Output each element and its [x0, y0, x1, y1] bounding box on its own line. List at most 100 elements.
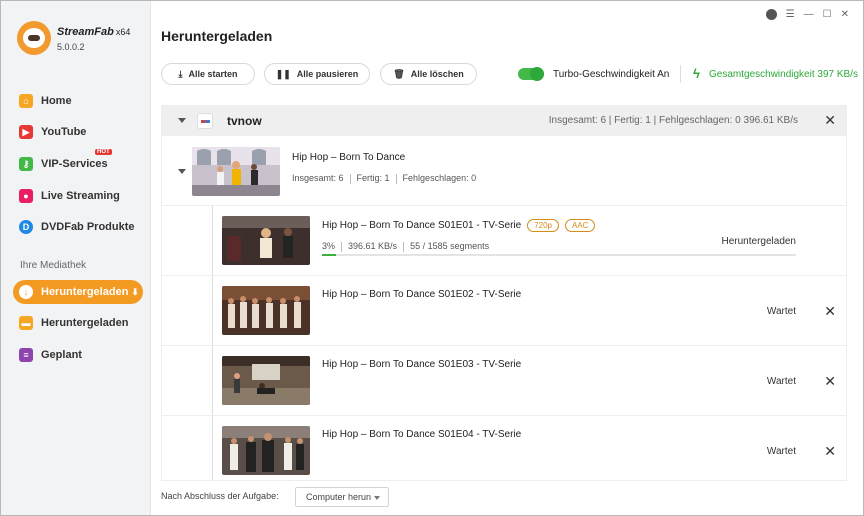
list-icon: ≡: [19, 348, 33, 362]
tvnow-icon: [197, 113, 213, 129]
episode-title: Hip Hop – Born To Dance S01E04 - TV-Seri…: [322, 429, 522, 440]
quality-badge: 720p: [527, 219, 559, 232]
series-failed: Fehlgeschlagen: 0: [402, 173, 477, 183]
after-task-select[interactable]: Computer herun: [295, 487, 389, 507]
header-divider: [680, 65, 681, 83]
sidebar: StreamFab x64 5.0.0.2 ⌂ Home ▶ YouTube ⚷ …: [1, 1, 151, 515]
menu-icon[interactable]: ☰: [786, 9, 795, 20]
home-icon: ⌂: [19, 94, 33, 108]
pause-all-button[interactable]: ❚❚ Alle pausieren: [264, 63, 370, 85]
sidebar-item-label: Heruntergeladen: [41, 286, 129, 298]
download-badge-icon: ⬇: [131, 286, 139, 297]
progress-bar: [322, 254, 796, 256]
episode-title: Hip Hop – Born To Dance S01E02 - TV-Seri…: [322, 289, 522, 300]
group-stats: Insgesamt: 6 | Fertig: 1 | Fehlgeschlage…: [548, 115, 798, 126]
series-title: Hip Hop – Born To Dance: [292, 152, 406, 163]
sidebar-item-live-streaming[interactable]: ● Live Streaming: [13, 184, 143, 208]
episode-title: Hip Hop – Born To Dance S01E01 - TV-Seri…: [322, 219, 596, 232]
delete-all-label: Alle löschen: [410, 69, 464, 79]
page-title: Heruntergeladen: [161, 28, 273, 44]
episode-status: Heruntergeladen: [721, 236, 797, 247]
series-total: Insgesamt: 6: [292, 173, 344, 183]
episode-thumbnail: [222, 426, 310, 475]
remove-episode-icon[interactable]: ✕: [824, 374, 836, 388]
remove-episode-icon[interactable]: ✕: [824, 304, 836, 318]
sidebar-item-label: YouTube: [41, 126, 87, 138]
sidebar-item-downloading[interactable]: ↓ Heruntergeladen ⬇: [13, 280, 143, 304]
sidebar-item-downloaded[interactable]: ▬ Heruntergeladen: [13, 311, 143, 335]
progress-percent: 3%: [322, 241, 336, 251]
collapse-icon[interactable]: [178, 169, 186, 174]
maximize-icon[interactable]: ☐: [823, 9, 832, 20]
episode-row[interactable]: Hip Hop – Born To Dance S01E02 - TV-Seri…: [162, 276, 846, 346]
episode-thumbnail: [222, 286, 310, 335]
turbo-toggle[interactable]: [518, 67, 544, 81]
series-stats: Insgesamt: 6 Fertig: 1 Fehlgeschlagen: 0: [292, 173, 476, 184]
turbo-label: Turbo-Geschwindigkeit An: [553, 69, 670, 80]
sidebar-item-label: Live Streaming: [41, 190, 120, 202]
group-header-tvnow[interactable]: tvnow Insgesamt: 6 | Fertig: 1 | Fehlges…: [162, 106, 846, 136]
episode-status: Wartet: [766, 376, 796, 387]
app-version: 5.0.0.2: [57, 42, 85, 52]
hot-badge: HOT: [95, 149, 112, 155]
start-all-button[interactable]: ⤓ Alle starten: [161, 63, 255, 85]
episode-thumbnail: [222, 356, 310, 405]
episode-row[interactable]: Hip Hop – Born To Dance S01E01 - TV-Seri…: [162, 206, 846, 276]
app-name-text: StreamFab: [57, 26, 114, 38]
app-window: StreamFab x64 5.0.0.2 ⌂ Home ▶ YouTube ⚷ …: [0, 0, 864, 516]
download-icon: ⤓: [178, 68, 183, 79]
after-task-label: Nach Abschluss der Aufgabe:: [161, 491, 279, 501]
start-all-label: Alle starten: [188, 69, 238, 79]
sidebar-item-label: VIP-Services: [41, 158, 108, 170]
episode-row[interactable]: Hip Hop – Born To Dance S01E03 - TV-Seri…: [162, 346, 846, 416]
sidebar-item-dvdfab-products[interactable]: D DVDFab Produkte: [13, 215, 143, 239]
episode-title-text: Hip Hop – Born To Dance S01E01 - TV-Seri…: [322, 220, 522, 231]
bolt-icon: ϟ: [693, 66, 700, 81]
episode-thumbnail: [222, 216, 310, 265]
dvdfab-icon: D: [19, 220, 33, 234]
progress-fill: [322, 254, 337, 256]
sidebar-item-vip-services[interactable]: ⚷ VIP-Services HOT: [13, 149, 143, 176]
close-window-icon[interactable]: ✕: [841, 9, 849, 20]
folder-icon: ▬: [19, 316, 33, 330]
pause-all-label: Alle pausieren: [296, 69, 359, 79]
youtube-icon: ▶: [19, 125, 33, 139]
pause-icon: ❚❚: [275, 68, 291, 79]
remove-group-icon[interactable]: ✕: [824, 113, 836, 127]
sidebar-item-label: DVDFab Produkte: [41, 221, 135, 233]
download-icon: ↓: [19, 285, 33, 299]
series-row[interactable]: Hip Hop – Born To Dance Insgesamt: 6 Fert…: [162, 136, 846, 206]
sidebar-item-label: Geplant: [41, 349, 82, 361]
audio-badge: AAC: [564, 219, 596, 232]
sidebar-item-home[interactable]: ⌂ Home: [13, 89, 143, 113]
segment-count: 55 / 1585 segments: [410, 241, 490, 251]
delete-all-button[interactable]: 🗑 Alle löschen: [380, 63, 477, 85]
episode-row[interactable]: Hip Hop – Born To Dance S01E04 - TV-Seri…: [162, 416, 846, 480]
sidebar-item-label: Home: [41, 95, 72, 107]
live-icon: ●: [19, 189, 33, 203]
episode-status: Wartet: [766, 446, 796, 457]
sidebar-item-label: Heruntergeladen: [41, 317, 129, 329]
window-controls: ☰ — ☐ ✕: [765, 9, 849, 20]
trash-icon: 🗑: [393, 68, 405, 79]
key-icon: ⚷: [19, 157, 33, 171]
app-name: StreamFab x64: [57, 26, 130, 38]
streamfab-logo-icon: [17, 21, 51, 55]
app-arch: x64: [115, 27, 131, 37]
site-name: tvnow: [227, 114, 262, 128]
episode-progress-info: 3% 396.61 KB/s 55 / 1585 segments: [322, 241, 489, 252]
download-list: tvnow Insgesamt: 6 | Fertig: 1 | Fehlges…: [161, 105, 847, 481]
series-done: Fertig: 1: [356, 173, 390, 183]
episode-speed: 396.61 KB/s: [348, 241, 398, 251]
minimize-icon[interactable]: —: [804, 9, 814, 20]
total-speed: Gesamtgeschwindigkeit 397 KB/s: [709, 69, 858, 80]
theme-icon[interactable]: [765, 9, 777, 20]
sidebar-item-scheduled[interactable]: ≡ Geplant: [13, 343, 143, 367]
collapse-icon[interactable]: [178, 118, 186, 123]
remove-episode-icon[interactable]: ✕: [824, 444, 836, 458]
episode-title: Hip Hop – Born To Dance S01E03 - TV-Seri…: [322, 359, 522, 370]
series-thumbnail: [192, 147, 280, 196]
episode-status: Wartet: [766, 306, 796, 317]
sidebar-item-youtube[interactable]: ▶ YouTube: [13, 120, 143, 144]
library-title: Ihre Mediathek: [20, 260, 87, 271]
